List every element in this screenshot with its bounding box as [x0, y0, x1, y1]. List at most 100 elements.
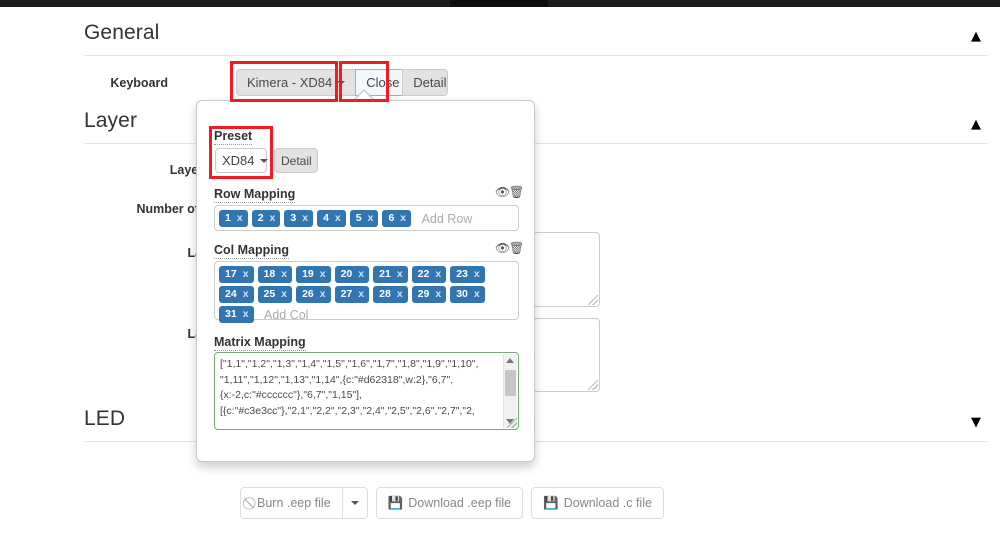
tag-remove-icon[interactable]: x: [397, 268, 403, 280]
tag-remove-icon[interactable]: x: [435, 288, 441, 300]
eye-icon-col-mapping[interactable]: 👁: [495, 242, 510, 254]
tag-label: 28: [379, 288, 391, 300]
tag-label: 18: [263, 268, 276, 280]
resize-grip-icon[interactable]: [588, 380, 598, 390]
download-eep-button[interactable]: 💾 Download .eep file: [375, 487, 524, 519]
tag-item[interactable]: 22 x: [411, 266, 447, 283]
row-mapping-placeholder[interactable]: Add Row: [420, 210, 475, 228]
download-eep-label: Download .eep file: [408, 496, 512, 510]
tag-remove-icon[interactable]: x: [243, 268, 249, 280]
tag-item[interactable]: 1x: [219, 210, 248, 227]
burn-dropdown-toggle[interactable]: [341, 487, 368, 519]
tag-label: 5: [355, 212, 362, 224]
tag-remove-icon[interactable]: x: [335, 212, 341, 224]
tag-item[interactable]: 26 x: [296, 286, 331, 303]
tag-remove-icon[interactable]: x: [400, 212, 406, 224]
row-mapping-tags[interactable]: 1x2x3x4x5x6x Add Row: [214, 205, 519, 231]
close-button-label: Close: [366, 75, 400, 90]
tag-remove-icon[interactable]: x: [358, 268, 364, 280]
tag-remove-icon[interactable]: x: [302, 212, 308, 224]
preset-select[interactable]: XD84: [215, 148, 268, 173]
preset-label: Preset: [214, 129, 253, 145]
matrix-scrollbar[interactable]: [503, 354, 517, 428]
tag-label: 29: [417, 288, 430, 300]
tag-remove-icon[interactable]: x: [270, 212, 276, 224]
layer-textarea-1[interactable]: [533, 232, 600, 307]
matrix-mapping-value: ["1,1","1,2","1,3","1,4","1,5","1,6","1,…: [220, 358, 479, 417]
save-icon-eep: 💾: [387, 495, 404, 510]
detail-button-keyboard[interactable]: Detail: [402, 69, 449, 96]
tag-label: 24: [225, 288, 237, 300]
preset-detail-button[interactable]: Detail: [274, 148, 318, 173]
tag-label: 21: [379, 268, 391, 280]
detail-button-label: Detail: [413, 75, 447, 90]
tag-item[interactable]: 27 x: [334, 286, 370, 303]
tag-remove-icon[interactable]: x: [358, 288, 364, 300]
tag-remove-icon[interactable]: x: [243, 288, 249, 300]
resize-grip-icon-matrix[interactable]: [507, 418, 517, 428]
tag-item[interactable]: 30 x: [450, 286, 485, 303]
tag-item[interactable]: 24 x: [219, 286, 254, 303]
tag-label: 30: [456, 288, 468, 300]
tag-item[interactable]: 4x: [317, 210, 346, 227]
preset-detail-label: Detail: [281, 154, 312, 168]
tag-remove-icon[interactable]: x: [281, 268, 287, 280]
tag-remove-icon[interactable]: x: [243, 308, 249, 320]
tag-label: 31: [225, 308, 237, 320]
tag-label: 20: [340, 268, 353, 280]
burn-button-group: ⃠Burn .eep file: [240, 487, 368, 519]
col-mapping-placeholder[interactable]: Add Col: [262, 306, 310, 324]
matrix-mapping-textarea[interactable]: ["1,1","1,2","1,3","1,4","1,5","1,6","1,…: [214, 352, 519, 430]
tag-item[interactable]: 17 x: [219, 266, 254, 283]
col-mapping-tags[interactable]: 17 x 18 x 19 x 20 x 21 x 22 x 23 x24 x 25 x 26 x 27 x 28 x 29 x 3…: [214, 261, 519, 323]
tag-remove-icon[interactable]: x: [320, 268, 326, 280]
tag-remove-icon[interactable]: x: [320, 288, 326, 300]
tag-remove-icon[interactable]: x: [368, 212, 374, 224]
tag-item[interactable]: 23 x: [450, 266, 485, 283]
tag-remove-icon[interactable]: x: [435, 268, 441, 280]
tag-label: 6: [388, 212, 395, 224]
tag-item[interactable]: 2x: [251, 210, 281, 227]
tag-item[interactable]: 3x: [284, 210, 314, 227]
keyboard-select[interactable]: Kimera - XD84: [236, 69, 357, 96]
tag-item[interactable]: 21 x: [373, 266, 408, 283]
tag-label: 4: [323, 212, 329, 224]
tag-remove-icon[interactable]: x: [237, 212, 243, 224]
tag-item[interactable]: 31 x: [219, 306, 254, 323]
tag-item[interactable]: 28 x: [373, 286, 408, 303]
eye-icon-row-mapping[interactable]: 👁: [495, 186, 510, 198]
save-icon-c: 💾: [543, 495, 559, 510]
tag-item[interactable]: 20 x: [334, 266, 370, 283]
tag-remove-icon[interactable]: x: [474, 268, 480, 280]
tag-item[interactable]: 6x: [382, 210, 412, 227]
tag-item[interactable]: 19 x: [296, 266, 331, 283]
burn-eep-button[interactable]: ⃠Burn .eep file: [240, 487, 343, 519]
layer-field-label-3: Lay: [84, 246, 209, 260]
trash-icon-row-mapping[interactable]: 🗑: [509, 186, 524, 198]
tag-label: 26: [302, 288, 314, 300]
keyboard-label: Keyboard: [110, 76, 168, 90]
popover-arrow-inner: [354, 91, 374, 101]
tag-label: 2: [257, 212, 264, 224]
caret-down-icon-preset: [259, 159, 268, 164]
scrollbar-thumb[interactable]: [505, 370, 516, 396]
layer-textarea-2[interactable]: [533, 318, 600, 392]
tag-label: 19: [302, 268, 314, 280]
tag-remove-icon[interactable]: x: [281, 288, 287, 300]
tag-item[interactable]: 25 x: [257, 286, 293, 303]
resize-grip-icon[interactable]: [588, 295, 598, 305]
chevron-up-icon-general[interactable]: ▲: [971, 30, 985, 44]
tag-item[interactable]: 29 x: [411, 286, 447, 303]
trash-icon-col-mapping[interactable]: 🗑: [509, 242, 524, 254]
tag-item[interactable]: 18 x: [257, 266, 293, 283]
chevron-down-icon-led[interactable]: ▼: [971, 416, 985, 430]
download-c-button[interactable]: 💾 Download .c file: [531, 487, 664, 519]
tag-remove-icon[interactable]: x: [474, 288, 480, 300]
scroll-up-arrow-icon[interactable]: [506, 358, 514, 363]
chevron-up-icon-layer[interactable]: ▲: [971, 118, 985, 132]
burn-eep-label: Burn .eep file: [257, 496, 331, 510]
tag-item[interactable]: 5x: [349, 210, 379, 227]
tag-remove-icon[interactable]: x: [397, 288, 403, 300]
caret-down-icon: [337, 81, 346, 86]
caret-down-icon-burn: [350, 501, 359, 506]
